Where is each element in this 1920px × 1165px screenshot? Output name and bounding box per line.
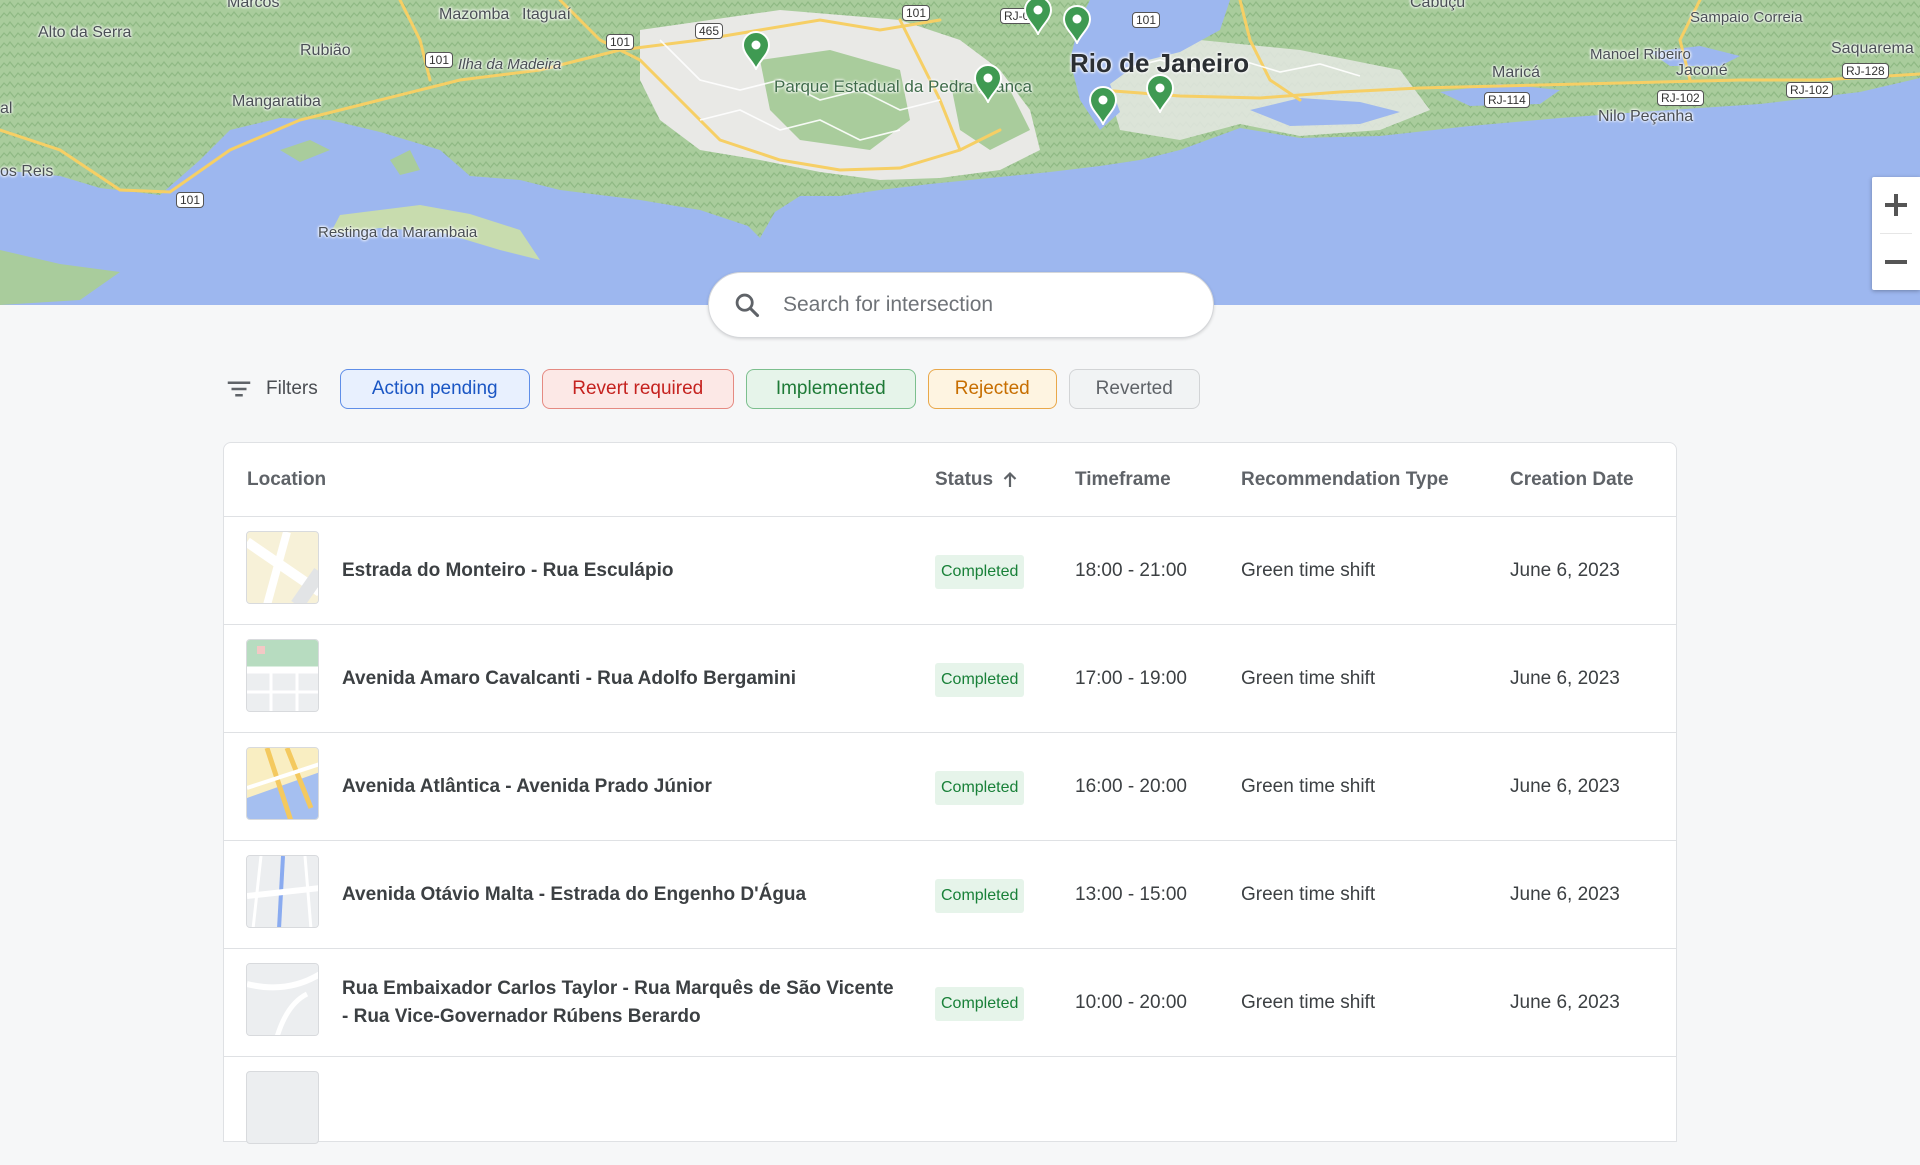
- filter-chip-action-pending[interactable]: Action pending: [339, 369, 530, 409]
- map-label: Itaguaí: [522, 6, 571, 23]
- map-label: Cabuçu: [1410, 0, 1466, 11]
- timeframe-cell: 13:00 - 15:00: [1075, 884, 1187, 905]
- column-header-timeframe[interactable]: Timeframe: [1075, 443, 1171, 517]
- minus-icon: [1885, 260, 1907, 264]
- route-shield: 101: [176, 192, 205, 208]
- creation-date-cell: June 6, 2023: [1510, 992, 1620, 1013]
- recommendation-type-cell: Green time shift: [1241, 884, 1376, 905]
- search-bar[interactable]: [708, 272, 1214, 338]
- filters-label: Filters: [266, 378, 318, 399]
- filter-chip-revert-required[interactable]: Revert required: [541, 369, 734, 409]
- table-row[interactable]: Avenida Atlântica - Avenida Prado Júnior…: [224, 733, 1676, 841]
- filter-chip-implemented[interactable]: Implemented: [745, 369, 916, 409]
- recommendation-type-cell: Green time shift: [1241, 776, 1376, 797]
- column-header-recommendation-type[interactable]: Recommendation Type: [1241, 443, 1449, 517]
- map-label: Saquarema: [1831, 40, 1914, 57]
- status-badge: Completed: [935, 987, 1025, 1021]
- table-row[interactable]: Avenida Otávio Malta - Estrada do Engenh…: [224, 841, 1676, 949]
- route-shield: RJ-114: [1484, 92, 1530, 108]
- map-label: Maricá: [1492, 64, 1541, 81]
- status-badge: Completed: [935, 555, 1025, 589]
- map[interactable]: Marcos Alto da Serra Mazomba Itaguaí Rub…: [0, 0, 1920, 305]
- sort-ascending-icon: [1003, 471, 1017, 487]
- status-badge: Completed: [935, 663, 1025, 697]
- map-marker-icon[interactable]: [1144, 73, 1176, 115]
- location-cell: Avenida Atlântica - Avenida Prado Júnior: [342, 776, 712, 797]
- table-row[interactable]: Avenida Amaro Cavalcanti - Rua Adolfo Be…: [224, 625, 1676, 733]
- map-marker-icon[interactable]: [1061, 4, 1093, 46]
- map-label: Parque Estadual da Pedra Branca: [774, 77, 1032, 96]
- map-label: Mazomba: [439, 6, 510, 23]
- intersection-thumbnail: [246, 531, 319, 604]
- map-label: Nilo Peçanha: [1598, 108, 1694, 125]
- filter-chip-reverted[interactable]: Reverted: [1068, 369, 1200, 409]
- filter-chip-rejected[interactable]: Rejected: [927, 369, 1057, 409]
- map-marker-icon[interactable]: [740, 30, 772, 72]
- recommendations-table: Location Status Timeframe Recommendation…: [223, 442, 1677, 1144]
- zoom-out-button[interactable]: [1872, 234, 1920, 290]
- route-shield: 101: [425, 52, 454, 68]
- timeframe-cell: 10:00 - 20:00: [1075, 992, 1187, 1013]
- map-marker-icon[interactable]: [972, 63, 1004, 105]
- timeframe-cell: 18:00 - 21:00: [1075, 560, 1187, 581]
- column-header-status[interactable]: Status: [935, 443, 1019, 517]
- map-marker-icon[interactable]: [1022, 0, 1054, 37]
- intersection-thumbnail: [246, 747, 319, 820]
- table-row[interactable]: Estrada do Monteiro - Rua Esculápio Compl…: [224, 517, 1676, 625]
- recommendation-type-cell: Green time shift: [1241, 668, 1376, 689]
- route-shield: 465: [695, 23, 724, 39]
- map-label: Manoel Ribeiro: [1590, 46, 1691, 63]
- creation-date-cell: June 6, 2023: [1510, 668, 1620, 689]
- table-row[interactable]: Rua Embaixador Carlos Taylor - Rua Marqu…: [224, 949, 1676, 1057]
- route-shield: 101: [1132, 12, 1161, 28]
- recommendation-type-cell: Green time shift: [1241, 560, 1376, 581]
- map-label: Sampaio Correia: [1690, 9, 1803, 26]
- zoom-control: [1872, 177, 1920, 290]
- intersection-thumbnail: [246, 639, 319, 712]
- map-label: os Reis: [0, 163, 54, 180]
- column-header-location[interactable]: Location: [247, 443, 326, 517]
- map-label: Mangaratiba: [232, 93, 321, 110]
- route-shield: RJ-128: [1842, 63, 1889, 79]
- map-label: Rubião: [300, 42, 351, 59]
- intersection-thumbnail: [246, 855, 319, 928]
- status-badge: Completed: [935, 879, 1025, 913]
- map-label: Ilha da Madeira: [458, 56, 562, 73]
- search-icon: [735, 293, 760, 318]
- location-cell: Estrada do Monteiro - Rua Esculápio: [342, 560, 674, 581]
- table-header: Location Status Timeframe Recommendation…: [224, 443, 1676, 517]
- creation-date-cell: June 6, 2023: [1510, 560, 1620, 581]
- route-shield: RJ-102: [1657, 90, 1704, 106]
- creation-date-cell: June 6, 2023: [1510, 776, 1620, 797]
- status-badge: Completed: [935, 771, 1025, 805]
- filter-bar: Filters Action pending Revert required I…: [224, 369, 1212, 409]
- creation-date-cell: June 6, 2023: [1510, 884, 1620, 905]
- map-label: Alto da Serra: [38, 24, 132, 41]
- timeframe-cell: 16:00 - 20:00: [1075, 776, 1187, 797]
- location-cell: Avenida Amaro Cavalcanti - Rua Adolfo Be…: [342, 668, 796, 689]
- map-label: Marcos: [227, 0, 280, 11]
- table-body: Estrada do Monteiro - Rua Esculápio Compl…: [224, 517, 1676, 1057]
- search-input[interactable]: [783, 293, 1183, 317]
- location-cell: Rua Embaixador Carlos Taylor - Rua Marqu…: [342, 978, 894, 1027]
- filter-icon[interactable]: [224, 374, 254, 404]
- map-label: Restinga da Marambaia: [318, 224, 478, 241]
- map-label: al: [0, 100, 13, 117]
- route-shield: 101: [606, 34, 635, 50]
- route-shield: 101: [902, 5, 931, 21]
- zoom-in-button[interactable]: [1872, 177, 1920, 233]
- timeframe-cell: 17:00 - 19:00: [1075, 668, 1187, 689]
- plus-icon: [1885, 194, 1907, 216]
- intersection-thumbnail: [246, 1071, 319, 1144]
- map-label: Jaconé: [1676, 62, 1728, 79]
- column-header-creation-date[interactable]: Creation Date: [1510, 443, 1634, 517]
- recommendation-type-cell: Green time shift: [1241, 992, 1376, 1013]
- table-row-partial[interactable]: [224, 1057, 1676, 1165]
- route-shield: RJ-102: [1786, 82, 1833, 98]
- map-marker-icon[interactable]: [1087, 85, 1119, 127]
- location-cell: Avenida Otávio Malta - Estrada do Engenh…: [342, 884, 807, 905]
- intersection-thumbnail: [246, 963, 319, 1036]
